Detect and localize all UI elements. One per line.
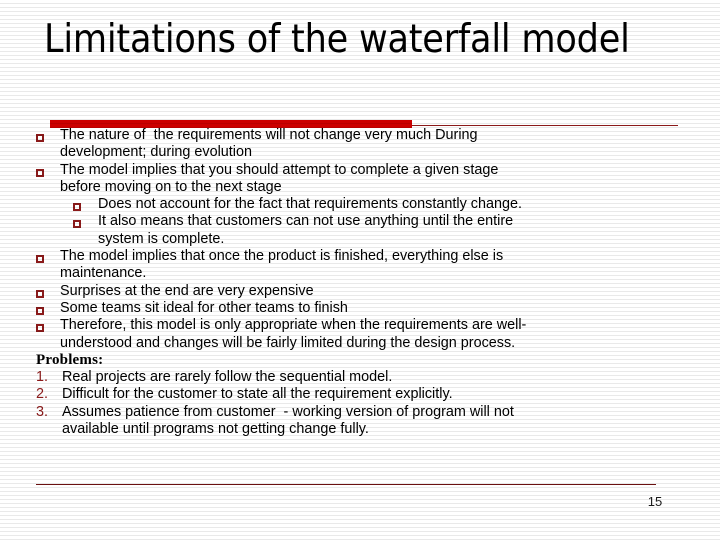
list-item: The model implies that once the product … — [0, 248, 720, 265]
list-item-text: The nature of the requirements will not … — [60, 127, 478, 143]
square-bullet-icon — [36, 317, 60, 334]
list-item-continuation: development; during evolution — [0, 144, 720, 161]
list-item: The nature of the requirements will not … — [0, 127, 720, 144]
sub-list-item-text: It also means that customers can not use… — [98, 213, 514, 230]
square-bullet-icon — [73, 213, 98, 230]
list-item-text: Surprises at the end are very expensive — [60, 282, 314, 299]
sub-list-item: Does not account for the fact that requi… — [0, 196, 720, 213]
list-item-text: understood and changes will be fairly li… — [60, 334, 516, 351]
sub-list-item-text: Does not account for the fact that requi… — [98, 196, 522, 213]
list-number: 2. — [36, 386, 49, 403]
numbered-list-item-text: Real projects are rarely follow the sequ… — [62, 369, 393, 386]
list-item-text: Some teams sit ideal for other teams to … — [60, 299, 348, 316]
list-item-continuation: before moving on to the next stage — [0, 179, 720, 196]
square-bullet-icon — [36, 300, 60, 317]
numbered-list-item: 2. Difficult for the customer to state a… — [0, 386, 720, 403]
list-number: 3. — [36, 403, 49, 420]
sub-list-item-continuation: system is complete. — [0, 231, 720, 248]
square-bullet-icon — [36, 162, 60, 179]
list-item-continuation: understood and changes will be fairly li… — [0, 335, 720, 352]
numbered-list-item-text: available until programs not getting cha… — [62, 421, 369, 438]
square-bullet-icon — [36, 283, 60, 300]
list-item-text: Therefore, this model is only appropriat… — [60, 317, 527, 334]
problems-heading: Problems: — [0, 352, 720, 369]
numbered-list-item: 1. Real projects are rarely follow the s… — [0, 369, 720, 386]
page-number: 15 — [647, 494, 663, 509]
sub-list-item: It also means that customers can not use… — [0, 213, 720, 230]
slide-body: The nature of the requirements will not … — [0, 127, 720, 438]
numbered-list-item-text: Assumes patience from customer - working… — [62, 403, 514, 420]
page-title: Limitations of the waterfall model — [44, 17, 630, 62]
list-item-text: maintenance. — [60, 265, 147, 282]
list-item: Surprises at the end are very expensive — [0, 283, 720, 300]
numbered-list-item-continuation: available until programs not getting cha… — [0, 421, 720, 438]
numbered-list-item: 3. Assumes patience from customer - work… — [0, 404, 720, 421]
list-number: 1. — [36, 369, 49, 386]
square-bullet-icon — [36, 248, 60, 265]
list-item-text: The model implies that you should attemp… — [60, 161, 499, 178]
square-bullet-icon — [36, 127, 60, 144]
square-bullet-icon — [73, 196, 98, 213]
problems-heading-text: Problems: — [36, 351, 104, 368]
list-item: Therefore, this model is only appropriat… — [0, 317, 720, 334]
numbered-list-item-text: Difficult for the customer to state all … — [62, 386, 453, 403]
list-item-continuation: maintenance. — [0, 265, 720, 282]
list-item: The model implies that you should attemp… — [0, 162, 720, 179]
list-item-text: before moving on to the next stage — [60, 178, 282, 195]
list-item: Some teams sit ideal for other teams to … — [0, 300, 720, 317]
slide-canvas: Limitations of the waterfall model The n… — [0, 0, 720, 540]
footer-divider — [36, 484, 656, 485]
list-item-text: development; during evolution — [60, 144, 253, 161]
sub-list-item-text: system is complete. — [98, 230, 225, 247]
list-item-text: The model implies that once the product … — [60, 248, 504, 265]
